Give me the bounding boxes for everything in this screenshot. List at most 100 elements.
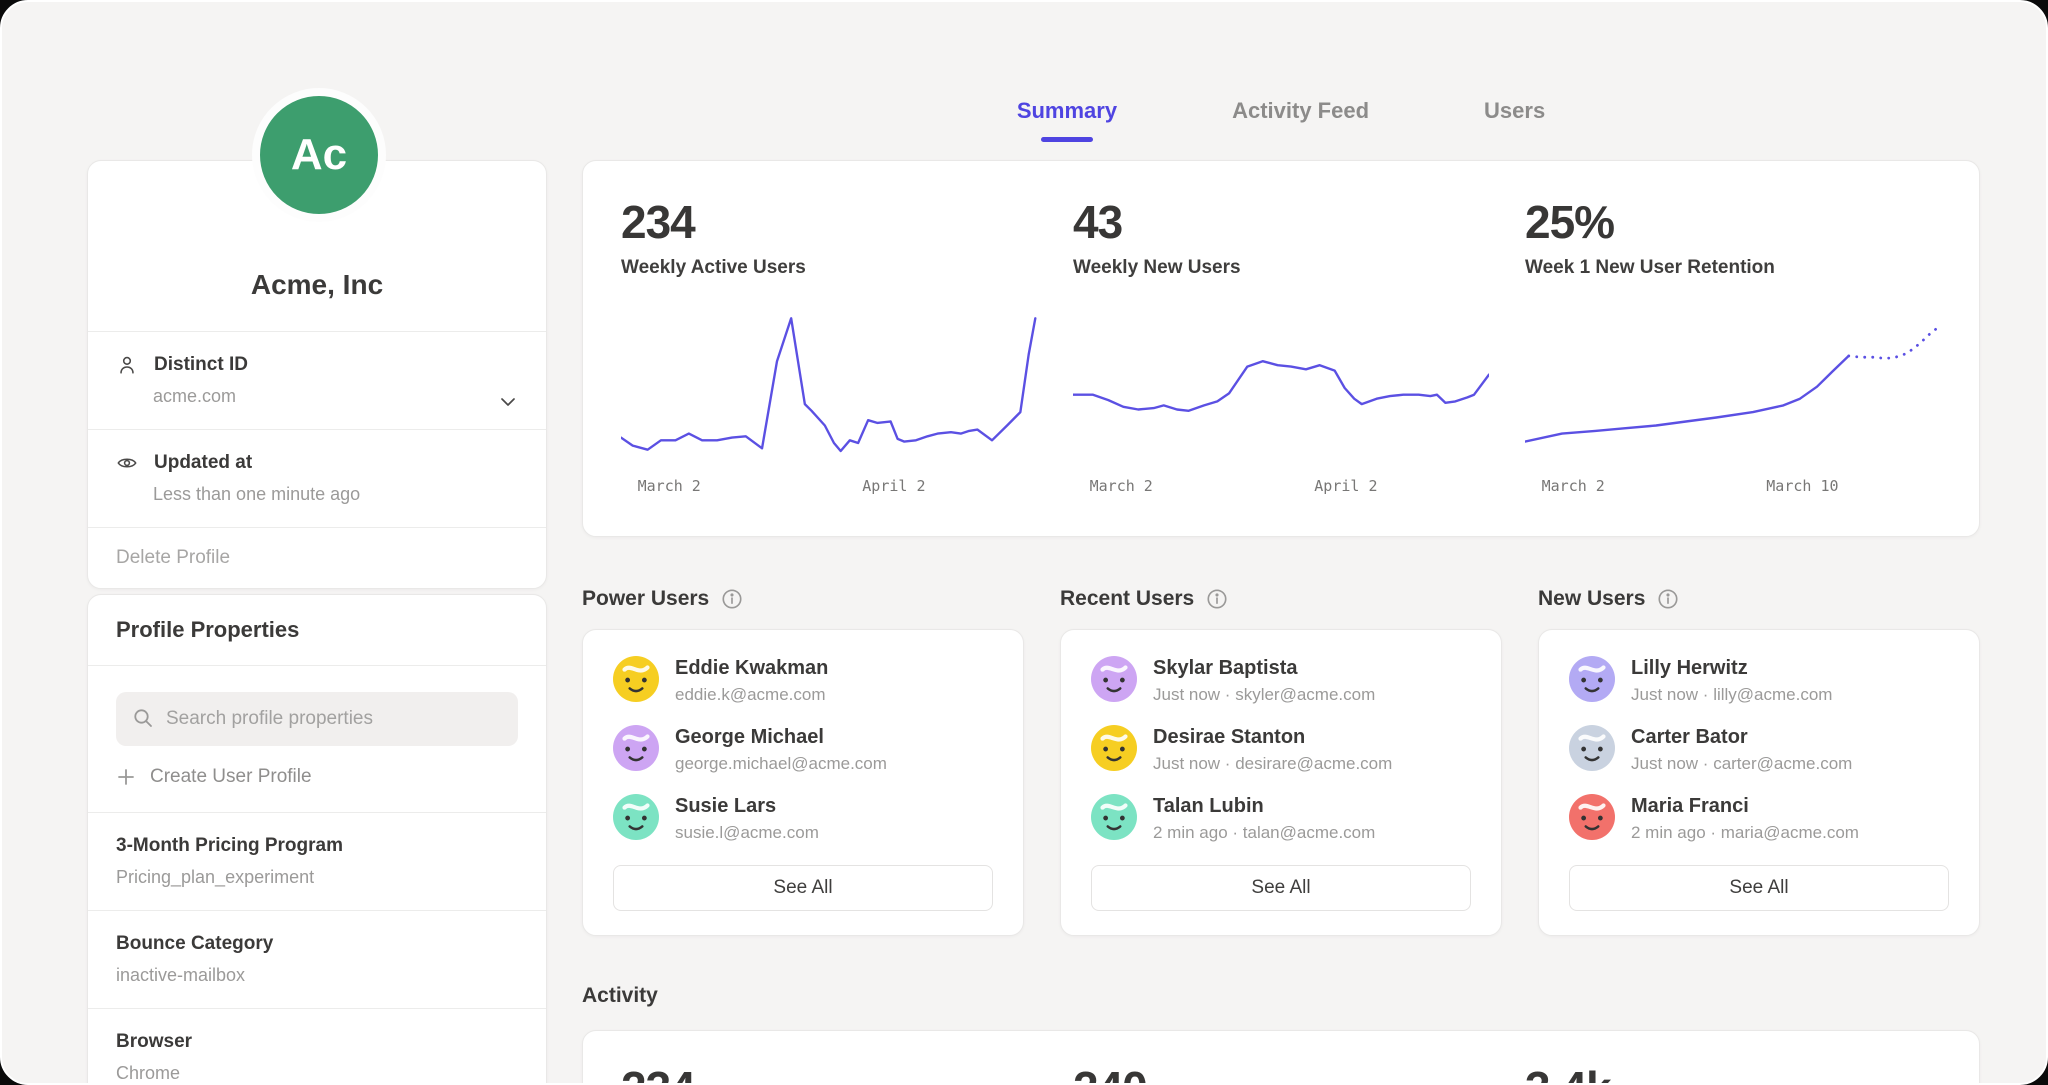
- user-name: Skylar Baptista: [1153, 656, 1375, 680]
- profile-properties-title: Profile Properties: [88, 595, 546, 665]
- company-avatar: Ac: [252, 88, 386, 222]
- profile-summary-card: Acme, Inc Distinct ID acme.com Update: [87, 160, 547, 589]
- see-all-button[interactable]: See All: [613, 865, 993, 911]
- user-lists-row: Power Users Eddie Kwakman eddie.k@acme.c…: [582, 585, 1980, 936]
- recent-users-card: Skylar Baptista Just now · skyler@acme.c…: [1060, 629, 1502, 936]
- user-detail: Just now · desirare@acme.com: [1153, 754, 1392, 774]
- distinct-id-value: acme.com: [153, 386, 518, 407]
- x-axis-tick: March 2: [638, 477, 701, 495]
- user-name: Talan Lubin: [1153, 794, 1375, 818]
- user-avatar: [1569, 656, 1615, 702]
- updated-at-value: Less than one minute ago: [153, 484, 518, 505]
- recent-users-section: Recent Users Skylar Baptista Just now · …: [1060, 585, 1502, 936]
- user-detail: george.michael@acme.com: [675, 754, 887, 774]
- stat-week1-retention: 25% Week 1 New User Retention March 2 Ma…: [1507, 195, 1959, 536]
- user-avatar: [1569, 725, 1615, 771]
- user-detail: Just now · skyler@acme.com: [1153, 685, 1375, 705]
- user-list-item[interactable]: Eddie Kwakman eddie.k@acme.com: [613, 656, 993, 705]
- search-input[interactable]: [116, 692, 518, 746]
- user-name: Susie Lars: [675, 794, 819, 818]
- tab-activity-feed[interactable]: Activity Feed: [1232, 98, 1369, 142]
- distinct-id-label: Distinct ID: [154, 354, 248, 376]
- user-list-item[interactable]: Carter Bator Just now · carter@acme.com: [1569, 725, 1949, 774]
- user-detail: 2 min ago · talan@acme.com: [1153, 823, 1375, 843]
- company-avatar-initials: Ac: [291, 130, 347, 180]
- stat-value: 43: [1073, 195, 1489, 249]
- user-name: Maria Franci: [1631, 794, 1859, 818]
- property-item[interactable]: 3-Month Pricing Program Pricing_plan_exp…: [88, 812, 546, 910]
- see-all-button[interactable]: See All: [1091, 865, 1471, 911]
- activity-section-title: Activity: [582, 984, 658, 1008]
- info-icon[interactable]: [1657, 588, 1679, 610]
- property-name: Bounce Category: [116, 933, 518, 955]
- user-list-item[interactable]: George Michael george.michael@acme.com: [613, 725, 993, 774]
- stat-label: Weekly Active Users: [621, 257, 1037, 279]
- user-name: George Michael: [675, 725, 887, 749]
- user-detail: Just now · lilly@acme.com: [1631, 685, 1832, 705]
- property-name: 3-Month Pricing Program: [116, 835, 518, 857]
- property-value: Pricing_plan_experiment: [116, 867, 518, 888]
- updated-at-row: Updated at Less than one minute ago: [88, 429, 546, 527]
- person-icon: [116, 354, 138, 376]
- profile-dashboard-page: Ac Acme, Inc Distinct ID acme.com: [0, 0, 2048, 1085]
- user-avatar: [613, 794, 659, 840]
- user-avatar: [1091, 725, 1137, 771]
- power-users-section: Power Users Eddie Kwakman eddie.k@acme.c…: [582, 585, 1024, 936]
- stat-weekly-new-users: 43 Weekly New Users March 2 April 2: [1055, 195, 1507, 536]
- weekly-new-users-sparkline: [1073, 309, 1489, 459]
- tab-users[interactable]: Users: [1484, 98, 1545, 142]
- create-user-profile-button[interactable]: Create User Profile: [88, 746, 546, 812]
- power-users-title: Power Users: [582, 587, 709, 611]
- stat-label: Weekly New Users: [1073, 257, 1489, 279]
- plus-icon: [116, 767, 136, 787]
- tab-summary[interactable]: Summary: [1017, 98, 1117, 142]
- x-axis: March 2 April 2: [621, 477, 1037, 499]
- distinct-id-row[interactable]: Distinct ID acme.com: [88, 331, 546, 429]
- profile-properties-card: Profile Properties Create User Profile 3…: [87, 594, 547, 1085]
- user-name: Desirae Stanton: [1153, 725, 1392, 749]
- x-axis-tick: April 2: [862, 477, 925, 495]
- new-users-title: New Users: [1538, 587, 1645, 611]
- activity-stat-value: 234: [621, 1061, 1037, 1085]
- user-avatar: [1091, 794, 1137, 840]
- user-name: Lilly Herwitz: [1631, 656, 1832, 680]
- new-users-section: New Users Lilly Herwitz Just now · lilly…: [1538, 585, 1980, 936]
- property-item[interactable]: Bounce Category inactive-mailbox: [88, 910, 546, 1008]
- info-icon[interactable]: [1206, 588, 1228, 610]
- user-avatar: [1091, 656, 1137, 702]
- create-user-profile-label: Create User Profile: [150, 766, 312, 788]
- see-all-button[interactable]: See All: [1569, 865, 1949, 911]
- user-detail: susie.l@acme.com: [675, 823, 819, 843]
- user-detail: 2 min ago · maria@acme.com: [1631, 823, 1859, 843]
- user-list-item[interactable]: Desirae Stanton Just now · desirare@acme…: [1091, 725, 1471, 774]
- activity-stat-value: 3.4k: [1525, 1061, 1941, 1085]
- search-profile-properties: [88, 666, 546, 746]
- info-icon[interactable]: [721, 588, 743, 610]
- user-list-item[interactable]: Susie Lars susie.l@acme.com: [613, 794, 993, 843]
- user-avatar: [613, 725, 659, 771]
- user-avatar: [613, 656, 659, 702]
- tab-bar: Summary Activity Feed Users: [582, 98, 1980, 142]
- search-icon: [132, 707, 154, 729]
- user-list-item[interactable]: Maria Franci 2 min ago · maria@acme.com: [1569, 794, 1949, 843]
- updated-at-label: Updated at: [154, 452, 252, 474]
- property-item[interactable]: Browser Chrome: [88, 1008, 546, 1085]
- user-list-item[interactable]: Skylar Baptista Just now · skyler@acme.c…: [1091, 656, 1471, 705]
- recent-users-title: Recent Users: [1060, 587, 1194, 611]
- activity-stat-value: 240: [1073, 1061, 1489, 1085]
- user-list-item[interactable]: Lilly Herwitz Just now · lilly@acme.com: [1569, 656, 1949, 705]
- weekly-active-users-sparkline: [621, 309, 1037, 459]
- property-value: Chrome: [116, 1063, 518, 1084]
- user-detail: Just now · carter@acme.com: [1631, 754, 1852, 774]
- user-detail: eddie.k@acme.com: [675, 685, 828, 705]
- eye-icon: [116, 452, 138, 474]
- activity-card: 234 240 3.4k: [582, 1030, 1980, 1085]
- stat-label: Week 1 New User Retention: [1525, 257, 1941, 279]
- chevron-down-icon[interactable]: [496, 390, 520, 414]
- user-list-item[interactable]: Talan Lubin 2 min ago · talan@acme.com: [1091, 794, 1471, 843]
- stat-weekly-active-users: 234 Weekly Active Users March 2 April 2: [603, 195, 1055, 536]
- x-axis: March 2 April 2: [1073, 477, 1489, 499]
- x-axis-tick: April 2: [1314, 477, 1377, 495]
- user-name: Eddie Kwakman: [675, 656, 828, 680]
- delete-profile-button[interactable]: Delete Profile: [88, 527, 546, 588]
